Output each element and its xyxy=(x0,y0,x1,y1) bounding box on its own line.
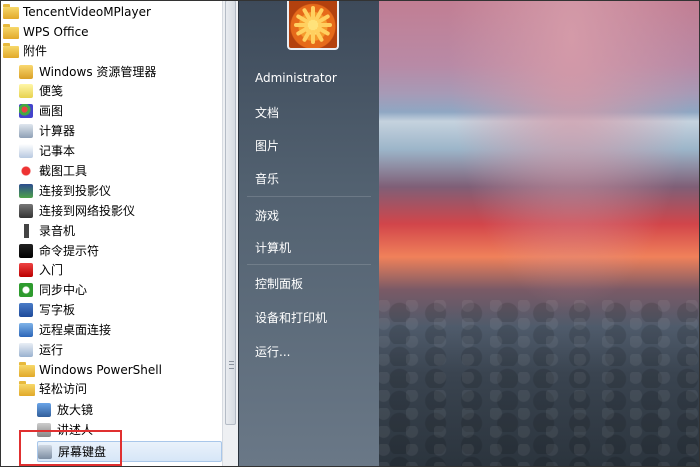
program-item-label: 录音机 xyxy=(39,224,76,238)
folder-icon xyxy=(3,3,19,19)
projector-icon xyxy=(19,183,33,198)
control-panel-link[interactable]: 控制面板 xyxy=(255,275,303,292)
program-item[interactable]: 放大镜 xyxy=(37,400,210,419)
network-projector-icon xyxy=(19,203,33,218)
start-menu-right-pane: Administrator 文档 图片 音乐 游戏 计算机 控制面板 设备和打印… xyxy=(238,0,379,467)
program-item-label: 连接到投影仪 xyxy=(39,184,112,198)
program-item-label: 入门 xyxy=(39,263,64,277)
program-item[interactable]: Windows PowerShell xyxy=(19,360,210,379)
program-item[interactable]: 记事本 xyxy=(19,141,210,160)
program-item[interactable]: 连接到投影仪 xyxy=(19,181,210,200)
program-item-label: 记事本 xyxy=(39,144,76,158)
program-item[interactable]: 计算器 xyxy=(19,121,210,140)
program-item[interactable]: TencentVideoMPlayer xyxy=(3,2,210,21)
program-item-label: 画图 xyxy=(39,104,64,118)
annotation-highlight-box xyxy=(19,430,122,466)
program-item[interactable]: 写字板 xyxy=(19,300,210,319)
separator xyxy=(247,196,371,197)
games-link[interactable]: 游戏 xyxy=(255,207,279,224)
microphone-icon xyxy=(19,223,33,238)
snipping-tool-icon xyxy=(19,163,33,178)
notepad-icon xyxy=(19,143,33,158)
program-item[interactable]: 入门 xyxy=(19,260,210,279)
magnifier-icon xyxy=(37,402,51,417)
program-item[interactable]: 画图 xyxy=(19,101,210,120)
program-item-label: 便笺 xyxy=(39,84,64,98)
program-item[interactable]: 连接到网络投影仪 xyxy=(19,201,210,220)
documents-link[interactable]: 文档 xyxy=(255,104,279,121)
folder-icon xyxy=(19,361,35,377)
program-item[interactable]: 便笺 xyxy=(19,81,210,100)
program-item-label: 截图工具 xyxy=(39,164,88,178)
program-item[interactable]: Windows 资源管理器 xyxy=(19,62,210,81)
program-item[interactable]: 附件 xyxy=(3,41,210,60)
wordpad-icon xyxy=(19,302,33,317)
program-item[interactable]: 轻松访问 xyxy=(19,379,210,398)
program-item[interactable]: 截图工具 xyxy=(19,161,210,180)
program-item-label: 远程桌面连接 xyxy=(39,323,112,337)
scrollbar-thumb[interactable] xyxy=(225,0,236,425)
start-menu-screenshot: TencentVideoMPlayer WPS Office 附件 Windows 资… xyxy=(0,0,700,467)
program-item-label: Windows 资源管理器 xyxy=(39,65,157,79)
program-item[interactable]: 录音机 xyxy=(19,221,210,240)
program-item[interactable]: 运行 xyxy=(19,340,210,359)
program-item-label: 连接到网络投影仪 xyxy=(39,204,136,218)
folder-open-icon xyxy=(19,380,35,396)
sticky-notes-icon xyxy=(19,83,33,98)
sync-center-icon xyxy=(19,282,33,297)
program-item-label: TencentVideoMPlayer xyxy=(23,4,151,19)
calculator-icon xyxy=(19,123,33,138)
program-item[interactable]: 命令提示符 xyxy=(19,241,210,260)
program-item-label: 计算器 xyxy=(39,124,76,138)
program-item[interactable]: WPS Office xyxy=(3,22,210,41)
flower-petal-icon xyxy=(311,30,315,44)
user-avatar[interactable] xyxy=(287,0,339,50)
run-icon xyxy=(19,342,33,357)
program-item-label: 轻松访问 xyxy=(39,382,88,396)
getting-started-icon xyxy=(19,262,33,277)
devices-printers-link[interactable]: 设备和打印机 xyxy=(255,309,327,326)
program-item[interactable]: 同步中心 xyxy=(19,280,210,299)
separator xyxy=(247,264,371,265)
user-name-link[interactable]: Administrator xyxy=(255,71,337,85)
computer-link[interactable]: 计算机 xyxy=(255,239,291,256)
explorer-icon xyxy=(19,64,33,79)
command-prompt-icon xyxy=(19,243,33,258)
run-link[interactable]: 运行... xyxy=(255,343,290,360)
folder-icon xyxy=(3,23,19,39)
program-item-label: 同步中心 xyxy=(39,283,88,297)
program-item-label: Windows PowerShell xyxy=(39,362,162,377)
paint-icon xyxy=(19,103,33,118)
all-programs-list[interactable]: TencentVideoMPlayer WPS Office 附件 Windows 资… xyxy=(0,0,223,467)
program-item-label: 命令提示符 xyxy=(39,244,100,258)
folder-open-icon xyxy=(3,42,19,58)
scrollbar-grip-icon xyxy=(229,361,234,369)
program-item[interactable]: 远程桌面连接 xyxy=(19,320,210,339)
music-link[interactable]: 音乐 xyxy=(255,170,279,187)
program-item-label: 放大镜 xyxy=(57,403,94,417)
program-item-label: WPS Office xyxy=(23,24,89,39)
desktop-wallpaper xyxy=(378,0,700,467)
program-item-label: 运行 xyxy=(39,343,64,357)
remote-desktop-icon xyxy=(19,322,33,337)
program-item-label: 附件 xyxy=(23,44,48,58)
program-item-label: 写字板 xyxy=(39,303,76,317)
pictures-link[interactable]: 图片 xyxy=(255,137,279,154)
programs-scrollbar[interactable] xyxy=(222,0,238,467)
